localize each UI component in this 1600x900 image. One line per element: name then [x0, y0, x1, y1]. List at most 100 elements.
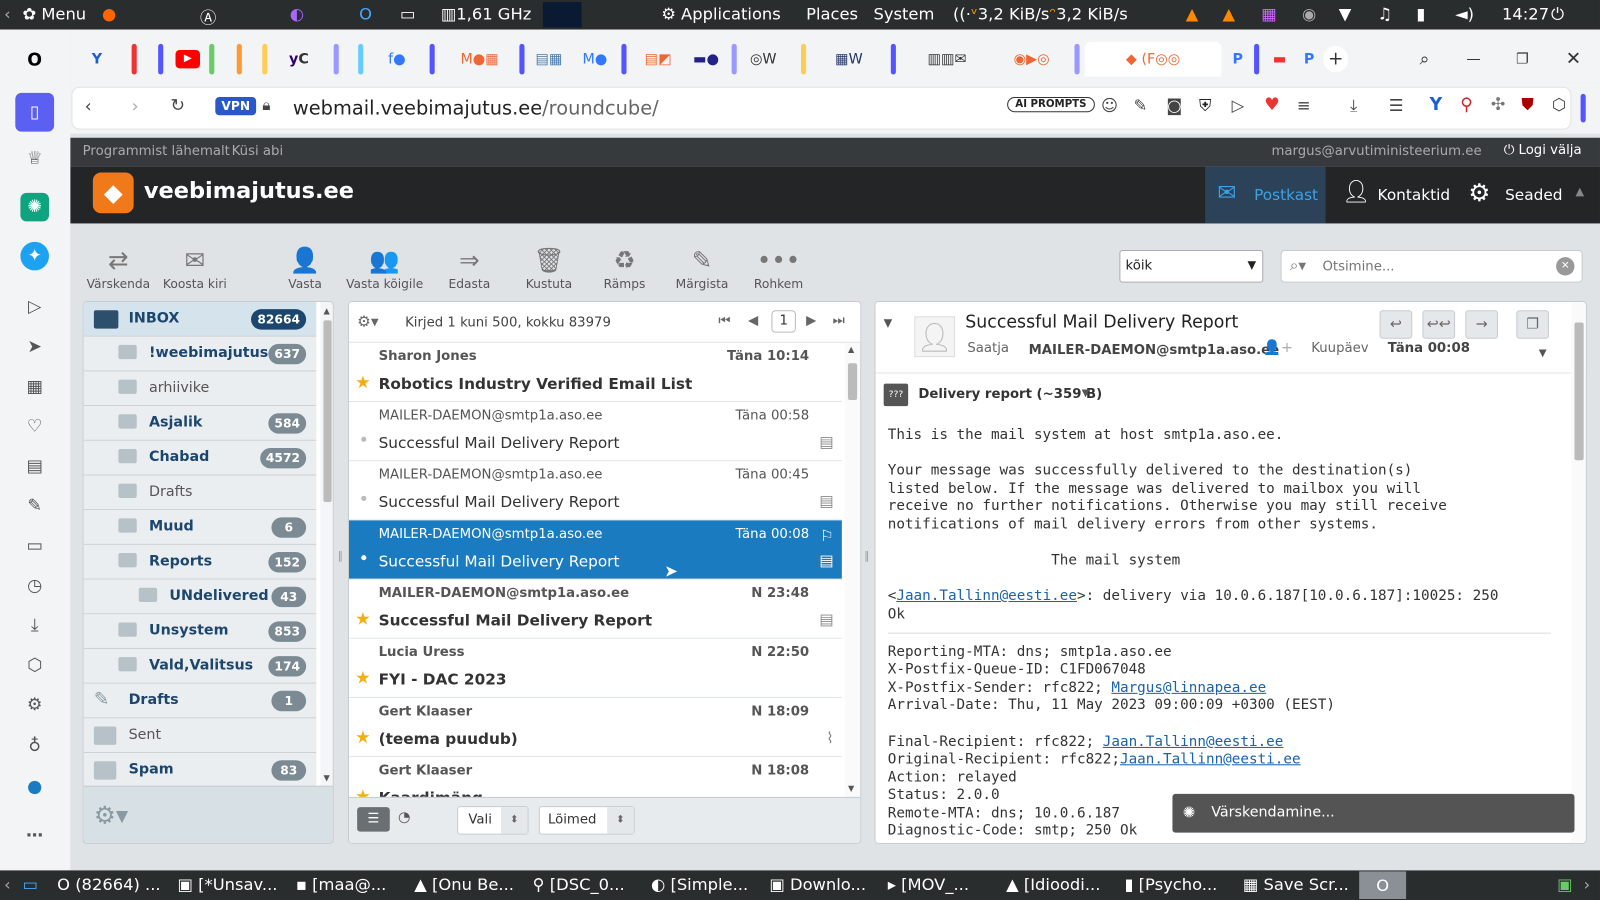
about-link[interactable]: Programmist lähemalt [83, 144, 230, 159]
download-icon[interactable]: ⤓ [20, 611, 49, 640]
bulb-icon[interactable]: ♁ [20, 732, 49, 761]
multi-tab-icons-2[interactable]: ◉▶◎ [995, 46, 1068, 73]
send-icon[interactable]: ➤ [20, 333, 49, 362]
message-row[interactable]: Sharon Jones Täna 10:14 ★ Robotics Industry… [348, 342, 842, 403]
search-input[interactable] [1322, 256, 1547, 277]
pinned-tab[interactable] [358, 43, 364, 75]
star-icon[interactable]: ★ [355, 728, 371, 748]
star-icon[interactable]: ★ [355, 668, 371, 688]
wifi-icon[interactable]: ▼ [1339, 4, 1352, 23]
folder-settings-icon[interactable]: ⚙▾ [94, 801, 128, 830]
taskbar-item[interactable]: ⚲ [DSC_0... [533, 874, 625, 893]
flag-tab-icon[interactable]: ▬● [685, 46, 728, 73]
folder-scrollbar[interactable]: ▲ ▼ [320, 302, 333, 786]
pinned-tab[interactable] [890, 43, 896, 75]
recipient-link[interactable]: Jaan.Tallinn@eesti.ee [896, 588, 1077, 604]
attachment-menu-icon[interactable]: ▼ [1082, 388, 1090, 399]
folder-item[interactable]: Vald,Valitsus 174 [83, 648, 317, 684]
search-icon[interactable]: ⌕▾ [1290, 256, 1306, 274]
new-tab-button[interactable]: + [1323, 45, 1348, 73]
pinned-tab[interactable] [1074, 43, 1080, 75]
scroll-down-icon[interactable]: ▼ [848, 784, 854, 793]
taskbar-item[interactable]: ▮ [Psycho... [1124, 874, 1217, 893]
first-page-icon[interactable]: ⏮ [718, 313, 730, 328]
heart-icon[interactable]: ♥ [1264, 95, 1280, 115]
star-icon[interactable]: ★ [355, 372, 371, 392]
close-window-button[interactable]: ✕ [1560, 46, 1587, 73]
page-input[interactable]: 1 [771, 310, 796, 333]
open-window-icon[interactable]: ❐ [1516, 310, 1549, 339]
address-bar[interactable]: ‹ › ↻ VPN 🔒︎ webmail.veebimajutus.ee/rou… [71, 86, 1586, 130]
wiki-tab-icon-2[interactable]: ▦W [826, 46, 873, 73]
prev-page-icon[interactable]: ◀ [748, 313, 758, 328]
original-recipient-link[interactable]: Jaan.Tallinn@eesti.ee [1120, 751, 1301, 767]
notification-icon[interactable]: ♫ [1378, 4, 1393, 23]
heart-icon[interactable]: ♡ [20, 412, 49, 441]
message-row[interactable]: Gert Klaaser N 18:09 ★ (teema puudub) ⌇ [348, 697, 842, 758]
preview-scrollbar[interactable] [1571, 302, 1586, 843]
settings-icon[interactable]: ⚙ [20, 691, 49, 720]
twitter-icon[interactable]: ✦ [20, 241, 49, 271]
folder-drafts[interactable]: ✎ Drafts 1 [83, 683, 317, 719]
easy-setup-icon[interactable]: ☰ [1389, 96, 1404, 115]
folder-item[interactable]: Muud 6 [83, 510, 317, 545]
minimize-button[interactable]: — [1460, 46, 1487, 73]
message-row[interactable]: MAILER-DAEMON@smtp1a.aso.ee Täna 00:58 Suc… [348, 402, 842, 462]
final-recipient-link[interactable]: Jaan.Tallinn@eesti.ee [1103, 733, 1284, 749]
status-dot[interactable] [361, 436, 367, 442]
status-dot[interactable] [361, 555, 367, 561]
power-icon[interactable]: ⏻ [1551, 4, 1564, 24]
folder-item[interactable]: Chabad 4572 [83, 440, 317, 476]
nav-mail[interactable]: ✉ Postkast [1205, 166, 1326, 224]
ublock-icon[interactable]: ⛊ [1521, 95, 1533, 115]
scroll-down-icon[interactable]: ▼ [323, 773, 329, 782]
folder-item[interactable]: arhiivike [83, 371, 317, 407]
folder-item[interactable]: UNdelivered 43 [83, 579, 317, 615]
chatgpt-icon[interactable]: ✺ [20, 192, 49, 222]
taskbar-item[interactable]: ▲ [Onu Be... [414, 874, 514, 893]
wiki-tab-icon[interactable]: ◎W [740, 46, 787, 73]
forward-button[interactable]: ⇒ Edasta [434, 223, 505, 301]
taskbar-arrow-icon[interactable]: ‹ [4, 874, 11, 893]
folder-item[interactable]: Asjalik 584 [83, 406, 317, 441]
star-icon[interactable]: ★ [355, 609, 371, 629]
taskbar-arrow-icon[interactable]: › [1584, 874, 1591, 893]
pinned-tab[interactable] [621, 43, 627, 75]
workspace-icon[interactable]: ▯ [15, 92, 55, 132]
clear-search-icon[interactable]: ✕ [1556, 257, 1575, 276]
pinned-tab[interactable] [333, 43, 339, 75]
scroll-up-icon[interactable]: ▲ [323, 306, 329, 315]
forward-icon[interactable]: → [1465, 310, 1498, 339]
ai-prompts-button[interactable]: AI PROMPTS [1007, 96, 1095, 113]
mark-button[interactable]: ✎ Märgista [666, 223, 737, 301]
star-icon[interactable]: ★ [355, 787, 371, 797]
pinned-tab[interactable] [1254, 43, 1260, 75]
reply-all-button[interactable]: 👥 Vasta kõigile [344, 223, 426, 301]
shield-icon[interactable]: ⛨ [1199, 96, 1211, 116]
box-icon[interactable]: ⬡ [1552, 95, 1566, 114]
emoji-icon[interactable]: ☺ [1101, 96, 1118, 115]
taskbar-item[interactable]: ▦ Save Scr... [1243, 874, 1349, 893]
vlc-icon-2[interactable]: ▲ [1222, 4, 1235, 23]
tray-icon-2[interactable]: ◉ [1302, 4, 1316, 23]
opera-icon[interactable]: O [359, 4, 372, 23]
tab-yc-icon[interactable]: yC [279, 46, 320, 73]
tor-icon[interactable]: ◐ [290, 4, 304, 23]
facebook-tab-icon[interactable]: f● [374, 46, 419, 73]
tab-red-icon[interactable]: ▬ [1262, 46, 1297, 73]
folder-item[interactable]: !weebimajutus 637 [83, 336, 317, 372]
tab-p-icon-2[interactable]: P [1299, 46, 1319, 73]
attachment-name[interactable]: Delivery report (~359 B) [918, 387, 1102, 402]
extensions-icon[interactable]: ▦ [20, 372, 49, 401]
help-link[interactable]: Küsi abi [232, 144, 283, 159]
pinned-tab[interactable] [236, 43, 242, 75]
pinned-tab[interactable] [801, 43, 807, 75]
threads-menu-button[interactable]: Lõimed ⬍ [538, 806, 635, 835]
app-icon[interactable]: Ⓐ [200, 4, 216, 28]
send-icon[interactable]: ▷ [1232, 96, 1245, 115]
lock-icon[interactable]: 🔒︎ [262, 96, 270, 114]
scroll-thumb[interactable] [1574, 322, 1584, 461]
sender-link[interactable]: Margus@linnapea.ee [1111, 679, 1266, 695]
list-options-icon[interactable]: ⚙▾ [357, 312, 378, 330]
filter-select[interactable]: kõik ▼ [1119, 249, 1264, 283]
